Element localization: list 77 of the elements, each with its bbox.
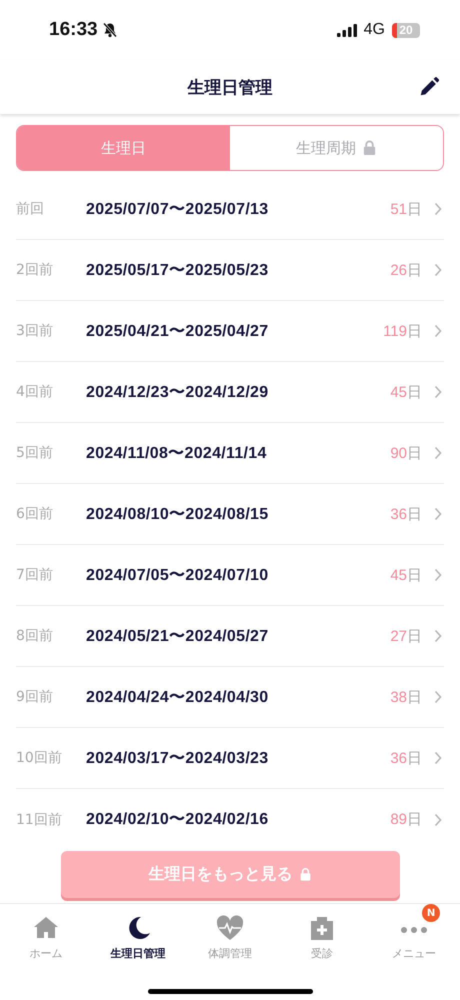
date-range: 2024/07/05〜2024/07/10 — [86, 566, 270, 586]
chevron-right-icon — [434, 446, 442, 460]
period-row[interactable]: 2回前 2025/05/17〜2025/05/23 26日 — [16, 240, 444, 301]
cycle-days: 89 — [390, 811, 407, 828]
period-label: 4回前 — [16, 383, 54, 401]
date-range: 2024/05/21〜2024/05/27 — [86, 626, 270, 646]
chevron-right-icon — [434, 568, 442, 582]
heart-pulse-icon[interactable] — [216, 914, 244, 942]
day-unit: 日 — [407, 444, 422, 462]
date-range: 2024/03/17〜2024/03/23 — [86, 748, 270, 768]
chevron-right-icon — [434, 690, 442, 704]
date-range: 2024/11/08〜2024/11/14 — [86, 444, 268, 464]
day-unit: 日 — [407, 566, 422, 584]
cycle-days: 90 — [390, 444, 407, 462]
cycle-days: 119 — [383, 322, 407, 340]
period-label: 前回 — [16, 200, 45, 218]
day-unit: 日 — [407, 200, 422, 218]
cycle-days: 26 — [390, 262, 407, 278]
period-row[interactable]: 5回前 2024/11/08〜2024/11/14 90日 — [16, 423, 444, 484]
period-label: 7回前 — [16, 566, 54, 584]
day-unit: 日 — [407, 382, 422, 402]
chevron-right-icon — [434, 263, 442, 277]
period-label: 11回前 — [16, 810, 63, 828]
period-label: 5回前 — [16, 444, 54, 462]
status-time: 16:33 — [49, 19, 98, 41]
day-unit: 日 — [407, 626, 422, 646]
tab-bar-label[interactable]: 生理日管理 — [110, 946, 166, 961]
chevron-right-icon — [434, 202, 442, 216]
period-label: 9回前 — [16, 688, 54, 706]
battery-percent: 20 — [399, 23, 413, 37]
date-range: 2025/07/07〜2025/07/13 — [86, 200, 270, 220]
period-label: 8回前 — [16, 627, 54, 645]
medical-cross-icon[interactable] — [308, 914, 336, 942]
network-label: 4G — [364, 21, 385, 39]
period-row[interactable]: 11回前 2024/02/10〜2024/02/16 89日 — [16, 789, 444, 850]
period-row[interactable]: 7回前 2024/07/05〜2024/07/10 45日 — [16, 545, 444, 606]
period-row[interactable]: 4回前 2024/12/23〜2024/12/29 45日 — [16, 362, 444, 423]
period-row[interactable]: 10回前 2024/03/17〜2024/03/23 36日 — [16, 728, 444, 789]
cycle-days: 27 — [390, 628, 407, 644]
date-range: 2024/04/24〜2024/04/30 — [86, 688, 270, 708]
period-label: 6回前 — [16, 505, 54, 523]
day-unit: 日 — [407, 748, 422, 768]
cycle-days: 51 — [390, 200, 407, 218]
date-range: 2025/05/17〜2025/05/23 — [86, 260, 270, 280]
cycle-days: 45 — [390, 384, 407, 400]
date-range: 2024/12/23〜2024/12/29 — [86, 382, 270, 402]
page-title: 生理日管理 — [188, 76, 272, 98]
period-row[interactable]: 6回前 2024/08/10〜2024/08/15 36日 — [16, 484, 444, 545]
signal-icon — [336, 24, 357, 36]
chevron-right-icon — [434, 629, 442, 643]
cycle-days: 36 — [390, 750, 407, 766]
date-range: 2025/04/21〜2025/04/27 — [86, 322, 270, 342]
date-range: 2024/08/10〜2024/08/15 — [86, 504, 270, 524]
period-label: 3回前 — [16, 322, 54, 340]
day-unit: 日 — [407, 688, 422, 706]
cycle-days: 36 — [390, 506, 407, 522]
pencil-icon[interactable] — [418, 76, 440, 98]
chevron-right-icon — [434, 812, 442, 826]
chevron-right-icon — [434, 324, 442, 338]
chevron-right-icon — [434, 385, 442, 399]
day-unit: 日 — [407, 260, 422, 280]
day-unit: 日 — [407, 504, 422, 524]
bell-muted-icon — [102, 22, 118, 38]
chevron-right-icon — [434, 751, 442, 765]
chevron-right-icon — [434, 507, 442, 521]
period-row[interactable]: 9回前 2024/04/24〜2024/04/30 38日 — [16, 667, 444, 728]
cycle-days: 45 — [390, 566, 407, 584]
period-row[interactable]: 前回 2025/07/07〜2025/07/13 51日 — [16, 179, 444, 240]
period-row[interactable]: 8回前 2024/05/21〜2024/05/27 27日 — [16, 606, 444, 667]
period-label: 2回前 — [16, 261, 54, 279]
day-unit: 日 — [407, 322, 422, 340]
period-row[interactable]: 3回前 2025/04/21〜2025/04/27 119日 — [16, 301, 444, 362]
period-label: 10回前 — [16, 749, 63, 767]
notification-badge: N — [422, 904, 440, 922]
day-unit: 日 — [407, 810, 422, 829]
cycle-days: 38 — [390, 688, 407, 706]
date-range: 2024/02/10〜2024/02/16 — [86, 810, 270, 830]
